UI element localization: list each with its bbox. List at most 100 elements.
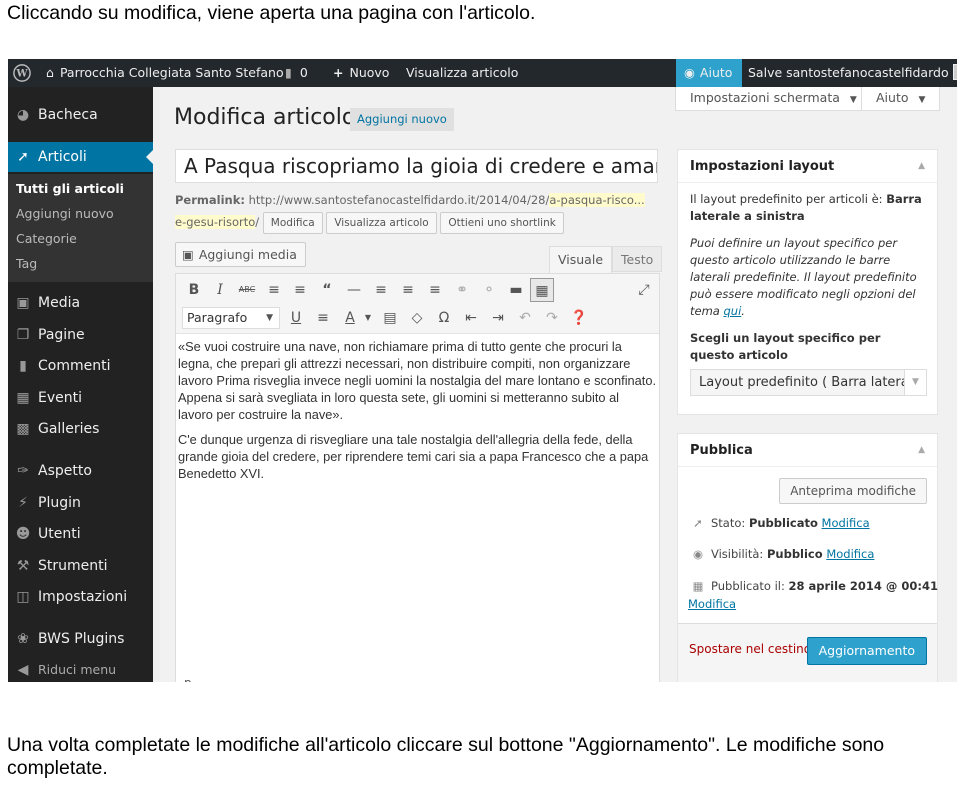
site-name-label: Parrocchia Collegiata Santo Stefano <box>59 65 284 80</box>
articoli-submenu: Tutti gli articoli Aggiungi nuovo Catego… <box>8 174 153 282</box>
submenu-add-new[interactable]: Aggiungi nuovo <box>16 202 114 226</box>
indent-icon[interactable]: ⇥ <box>486 306 510 330</box>
redo-icon[interactable]: ↷ <box>540 306 564 330</box>
unlink-icon[interactable]: ⚬ <box>477 278 501 302</box>
tab-visual[interactable]: Visuale <box>549 246 613 273</box>
layout-select[interactable]: Layout predefinito ( Barra laterale ▼ <box>690 369 927 396</box>
publish-actions: Spostare nel cestino Aggiornamento <box>678 623 937 682</box>
tab-text[interactable]: Testo <box>612 246 663 272</box>
update-button[interactable]: Aggiornamento <box>806 637 927 665</box>
chevron-down-icon[interactable]: ▼ <box>356 306 380 330</box>
publish-box: Pubblica ▲ Anteprima modifiche ➚ Stato: P… <box>677 433 938 682</box>
plus-icon: + <box>333 65 344 80</box>
post-editor: B I ABC ≡ ≡ “ — ≡ ≡ ≡ ⚭ ⚬ ▬ ▦ ⤢ Paragraf… <box>175 273 660 682</box>
underline-icon[interactable]: U <box>284 306 308 330</box>
format-select[interactable]: Paragrafo ▼ <box>182 307 280 329</box>
bold-icon[interactable]: B <box>182 278 206 302</box>
sidebar-item-commenti[interactable]: ▮ Commenti <box>8 351 153 381</box>
help-tab-button[interactable]: Aiuto ▼ <box>861 87 941 111</box>
align-left-icon[interactable]: ≡ <box>369 278 393 302</box>
toolbar-toggle-icon[interactable]: ▦ <box>530 278 554 302</box>
users-icon: ☻ <box>15 526 31 542</box>
outdent-icon[interactable]: ⇤ <box>459 306 483 330</box>
sidebar-item-label: Aspetto <box>38 463 92 479</box>
preview-changes-button[interactable]: Anteprima modifiche <box>779 478 927 504</box>
sidebar-item-label: BWS Plugins <box>38 631 125 647</box>
visibility-row: ◉ Visibilità: Pubblico Modifica <box>688 545 874 563</box>
brush-icon: ✑ <box>17 463 29 479</box>
view-post-button[interactable]: Visualizza articolo <box>326 211 437 234</box>
sidebar-item-plugin[interactable]: ⚡ Plugin <box>8 488 153 518</box>
editor-content[interactable]: «Se vuoi costruire una nave, non richiam… <box>176 334 659 494</box>
sidebar-item-bacheca[interactable]: ◕ Bacheca <box>8 100 153 130</box>
paste-text-icon[interactable]: ▤ <box>378 306 402 330</box>
new-content-link[interactable]: + Nuovo <box>333 59 389 87</box>
sidebar-item-pagine[interactable]: ❐ Pagine <box>8 320 153 350</box>
permalink-slug[interactable]: a-pasqua-risco... <box>549 193 645 207</box>
site-name-link[interactable]: ⌂ Parrocchia Collegiata Santo Stefano <box>46 59 284 87</box>
help-circle-icon[interactable]: ❓ <box>567 306 591 330</box>
strikethrough-icon[interactable]: ABC <box>235 278 259 302</box>
sidebar-item-articoli[interactable]: ➚ Articoli <box>8 142 154 172</box>
new-label: Nuovo <box>349 65 390 80</box>
sidebar-item-label: Strumenti <box>38 558 108 574</box>
special-character-icon[interactable]: Ω <box>432 306 456 330</box>
sidebar-item-label: Impostazioni <box>38 589 128 605</box>
avatar <box>952 64 957 80</box>
wordpress-screenshot: W ⌂ Parrocchia Collegiata Santo Stefano ▮… <box>8 59 957 682</box>
sidebar-item-aspetto[interactable]: ✑ Aspetto <box>8 456 153 486</box>
submenu-categories[interactable]: Categorie <box>16 227 77 251</box>
move-to-trash-link[interactable]: Spostare nel cestino <box>689 642 811 656</box>
account-link[interactable]: Salve santostefanocastelfidardo <box>748 59 957 87</box>
help-link[interactable]: ◉ Aiuto <box>676 59 742 87</box>
submenu-all-posts[interactable]: Tutti gli articoli <box>16 177 124 201</box>
layout-choose-label: Scegli un layout specifico per questo ar… <box>690 331 881 362</box>
page-title: Modifica articolo <box>174 105 356 130</box>
numbered-list-icon[interactable]: ≡ <box>288 278 312 302</box>
fullscreen-icon[interactable]: ⤢ <box>632 278 656 302</box>
submenu-tags[interactable]: Tag <box>16 252 37 276</box>
sidebar-item-utenti[interactable]: ☻ Utenti <box>8 519 153 549</box>
undo-icon[interactable]: ↶ <box>513 306 537 330</box>
layout-settings-box: Impostazioni layout ▲ Il layout predefin… <box>677 149 938 415</box>
layout-box-header[interactable]: Impostazioni layout ▲ <box>678 150 937 183</box>
screen-options-button[interactable]: Impostazioni schermata ▼ <box>675 87 872 111</box>
read-more-icon[interactable]: ▬ <box>504 278 528 302</box>
wordpress-logo-icon[interactable]: W <box>13 59 35 87</box>
collapse-menu-button[interactable]: ◀ Riduci menu <box>8 655 153 682</box>
align-right-icon[interactable]: ≡ <box>423 278 447 302</box>
edit-date-link[interactable]: Modifica <box>688 597 736 611</box>
link-icon[interactable]: ⚭ <box>450 278 474 302</box>
publish-box-header[interactable]: Pubblica ▲ <box>678 434 937 467</box>
chevron-down-icon: ▼ <box>266 313 273 323</box>
permalink-slug-end[interactable]: e-gesu-risorto <box>175 215 256 229</box>
clear-formatting-icon[interactable]: ◇ <box>405 306 429 330</box>
sidebar-item-galleries[interactable]: ▩ Galleries <box>8 414 153 444</box>
get-shortlink-button[interactable]: Ottieni uno shortlink <box>440 211 564 234</box>
blockquote-icon[interactable]: “ <box>315 278 339 302</box>
justify-icon[interactable]: ≡ <box>311 306 335 330</box>
layout-default-text: Il layout predefinito per articoli è: Ba… <box>690 191 925 225</box>
comments-link[interactable]: ▮ 0 <box>285 59 308 87</box>
collapse-triangle-icon[interactable]: ▲ <box>918 150 925 183</box>
sidebar-item-impostazioni[interactable]: ◫ Impostazioni <box>8 582 153 612</box>
layout-help-link[interactable]: qui <box>724 304 742 318</box>
sidebar-item-strumenti[interactable]: ⚒ Strumenti <box>8 551 153 581</box>
align-center-icon[interactable]: ≡ <box>396 278 420 302</box>
horizontal-rule-icon[interactable]: — <box>342 278 366 302</box>
add-new-button[interactable]: Aggiungi nuovo <box>350 108 454 131</box>
edit-visibility-link[interactable]: Modifica <box>826 547 874 561</box>
edit-status-link[interactable]: Modifica <box>822 516 870 530</box>
pin-icon: ➚ <box>693 516 703 530</box>
view-post-link[interactable]: Visualizza articolo <box>406 59 518 87</box>
post-title-input[interactable]: A Pasqua riscopriamo la gioia di credere… <box>175 149 658 183</box>
edit-permalink-button[interactable]: Modifica <box>262 211 323 234</box>
bullet-list-icon[interactable]: ≡ <box>262 278 286 302</box>
collapse-triangle-icon[interactable]: ▲ <box>918 434 925 467</box>
sidebar-item-bws-plugins[interactable]: ❀ BWS Plugins <box>8 624 153 654</box>
sidebar-item-media[interactable]: ▣ Media <box>8 288 153 318</box>
italic-icon[interactable]: I <box>208 278 232 302</box>
add-media-button[interactable]: ▣ Aggiungi media <box>175 242 306 267</box>
sidebar-item-eventi[interactable]: ▦ Eventi <box>8 383 153 413</box>
sidebar-item-label: Bacheca <box>38 107 98 123</box>
